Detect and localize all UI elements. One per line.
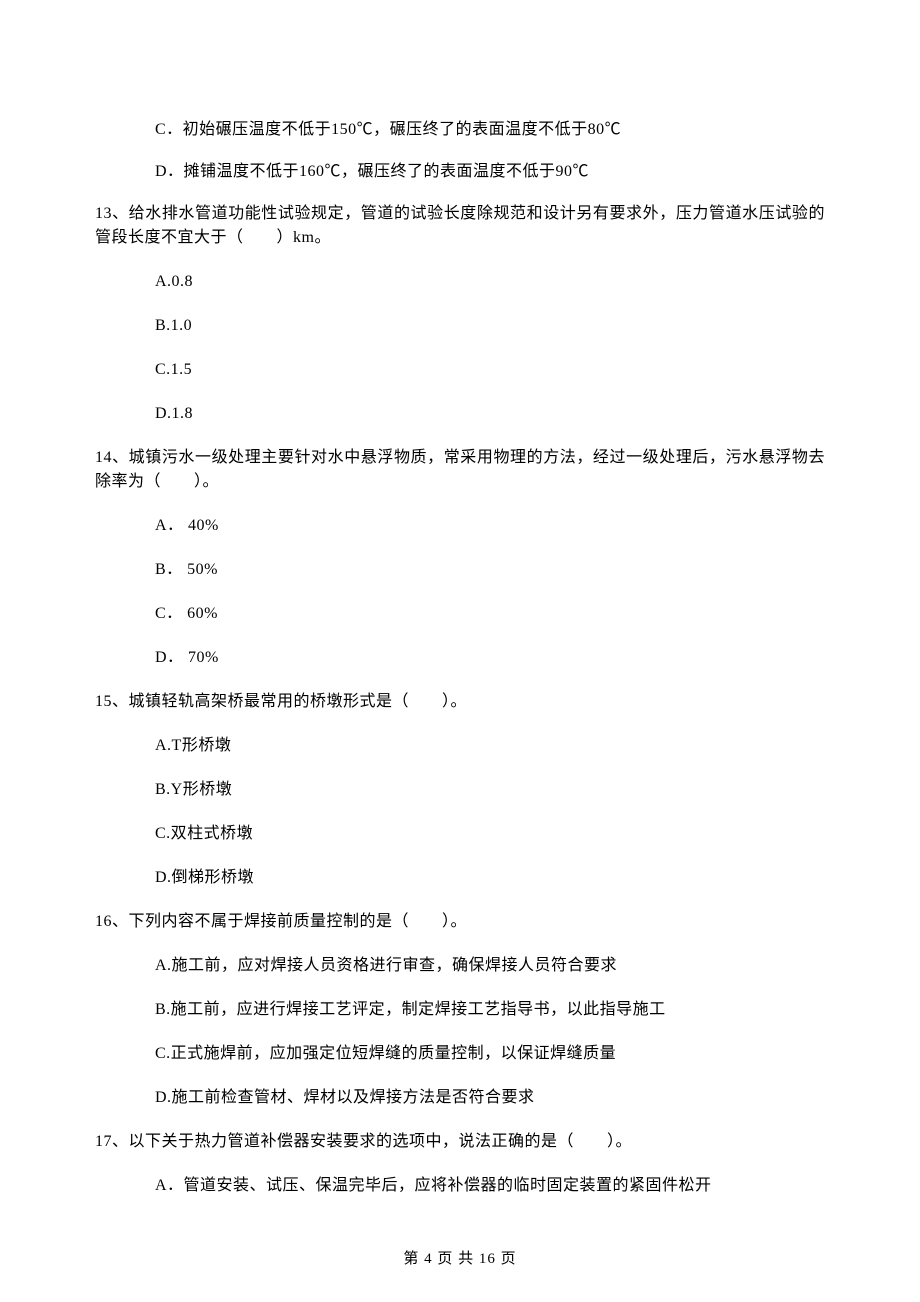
option-c: C．初始碾压温度不低于150℃，碾压终了的表面温度不低于80℃ xyxy=(95,118,825,142)
q13-b: B.1.0 xyxy=(95,314,825,338)
q15-c: C.双柱式桥墩 xyxy=(95,822,825,846)
q14-b: B． 50% xyxy=(95,558,825,582)
q13-stem: 13、给水排水管道功能性试验规定，管道的试验长度除规范和设计另有要求外，压力管道… xyxy=(95,202,825,250)
page: C．初始碾压温度不低于150℃，碾压终了的表面温度不低于80℃ D．摊铺温度不低… xyxy=(0,0,920,1302)
q15-d: D.倒梯形桥墩 xyxy=(95,866,825,890)
q15-stem: 15、城镇轻轨高架桥最常用的桥墩形式是（ ）。 xyxy=(95,690,825,714)
q14-d: D． 70% xyxy=(95,646,825,670)
q14-a: A． 40% xyxy=(95,514,825,538)
q16-stem: 16、下列内容不属于焊接前质量控制的是（ ）。 xyxy=(95,910,825,934)
q16-a: A.施工前，应对焊接人员资格进行审查，确保焊接人员符合要求 xyxy=(95,954,825,978)
q16-c: C.正式施焊前，应加强定位短焊缝的质量控制，以保证焊缝质量 xyxy=(95,1042,825,1066)
q17-a: A．管道安装、试压、保温完毕后，应将补偿器的临时固定装置的紧固件松开 xyxy=(95,1174,825,1198)
q15-a: A.T形桥墩 xyxy=(95,734,825,758)
q14-c: C． 60% xyxy=(95,602,825,626)
q16-d: D.施工前检查管材、焊材以及焊接方法是否符合要求 xyxy=(95,1086,825,1110)
option-d: D．摊铺温度不低于160℃，碾压终了的表面温度不低于90℃ xyxy=(95,160,825,184)
q17-stem: 17、以下关于热力管道补偿器安装要求的选项中，说法正确的是（ ）。 xyxy=(95,1130,825,1154)
page-footer: 第 4 页 共 16 页 xyxy=(0,1248,920,1271)
q13-a: A.0.8 xyxy=(95,270,825,294)
q13-d: D.1.8 xyxy=(95,402,825,426)
q15-b: B.Y形桥墩 xyxy=(95,778,825,802)
q13-c: C.1.5 xyxy=(95,358,825,382)
q16-b: B.施工前，应进行焊接工艺评定，制定焊接工艺指导书，以此指导施工 xyxy=(95,998,825,1022)
q14-stem: 14、城镇污水一级处理主要针对水中悬浮物质，常采用物理的方法，经过一级处理后，污… xyxy=(95,446,825,494)
